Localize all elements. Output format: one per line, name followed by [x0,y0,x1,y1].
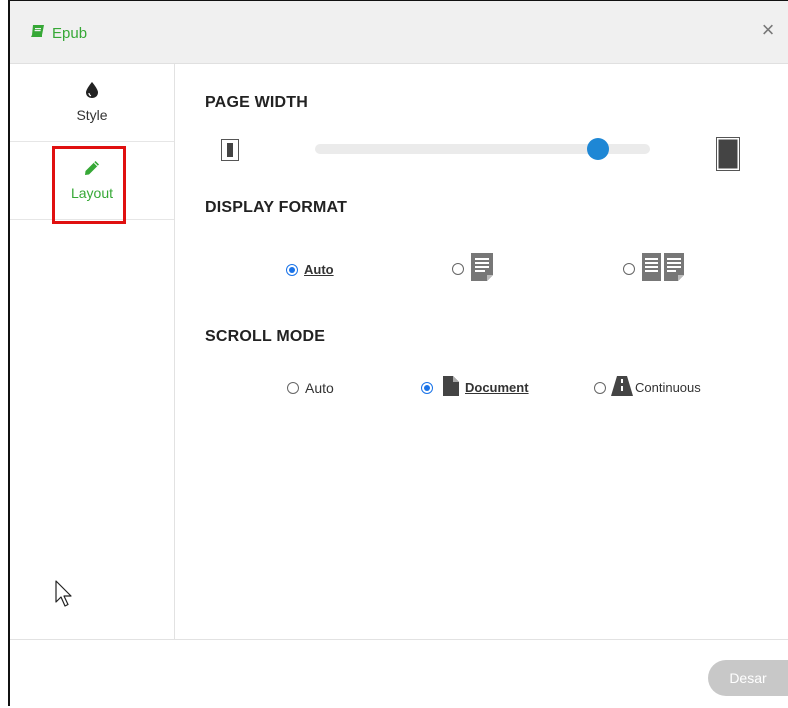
display-format-two-page[interactable] [623,252,685,285]
sidebar-item-style[interactable]: Style [10,64,174,142]
narrow-page-icon [221,139,239,166]
radio-display-auto[interactable] [286,263,298,276]
dialog-titlebar: Epub × [10,1,788,64]
scroll-auto-label: Auto [305,380,334,396]
radio-scroll-document[interactable] [421,381,433,394]
wide-page-icon [716,137,740,176]
sidebar-item-label: Layout [70,185,114,201]
scroll-mode-heading: SCROLL MODE [205,328,326,345]
dialog-title: Epub [30,24,87,42]
settings-sidebar: Style Layout [10,64,175,639]
sidebar-item-layout[interactable]: Layout [10,142,174,220]
scroll-mode-document[interactable]: Document [421,376,529,399]
dialog-footer: Desar [10,639,788,708]
book-icon [30,24,46,42]
scroll-continuous-label: Continuous [635,380,701,395]
dialog-title-text: Epub [52,24,88,42]
droplet-icon [10,82,174,102]
two-page-icon [641,252,685,285]
mouse-cursor-icon [55,580,73,613]
scroll-mode-continuous[interactable]: Continuous [594,376,701,399]
slider-handle[interactable] [587,138,610,160]
radio-scroll-continuous[interactable] [594,381,606,394]
layout-settings-panel: PAGE WIDTH DISPLAY FORMAT Auto SCROLL MO… [175,64,788,639]
scroll-mode-auto[interactable]: Auto [287,380,334,396]
pencil-icon [10,160,174,180]
close-button[interactable]: Desar [708,660,788,696]
page-width-heading: PAGE WIDTH [205,94,309,111]
road-icon [611,376,633,399]
radio-scroll-auto[interactable] [287,382,299,394]
radio-display-single[interactable] [452,262,464,275]
close-icon[interactable]: × [758,19,778,41]
display-format-single[interactable] [452,252,494,285]
page-width-slider[interactable] [315,138,650,160]
display-format-auto[interactable]: Auto [286,262,334,277]
document-icon [443,376,459,399]
display-format-heading: DISPLAY FORMAT [205,199,348,216]
display-auto-label: Auto [304,262,334,277]
scroll-document-label: Document [465,380,529,395]
single-page-icon [470,252,494,285]
sidebar-item-label: Style [76,107,108,123]
epub-settings-dialog: Epub × Style Layout PAGE WIDTH DISPLAY F… [8,0,788,706]
radio-display-two[interactable] [623,262,635,275]
